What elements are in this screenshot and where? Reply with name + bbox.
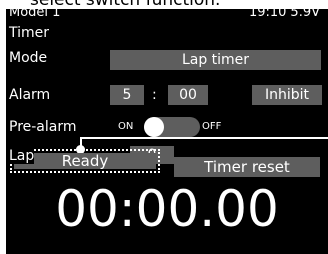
- lap-label: Lap: [9, 148, 35, 164]
- ready-button-label: Ready: [14, 152, 156, 170]
- alarm-label: Alarm: [9, 87, 51, 103]
- prealarm-label: Pre-alarm: [9, 119, 77, 135]
- alarm-seconds-field[interactable]: 00: [168, 85, 208, 105]
- timer-reset-button[interactable]: Timer reset: [174, 157, 320, 177]
- status-bar: 19:10 5.9V: [245, 9, 320, 20]
- timer-display: 00:00.00: [55, 180, 279, 238]
- transmitter-screen: Model 1 19:10 5.9V Timer Mode Lap timer A…: [6, 9, 328, 254]
- page-title: Timer: [9, 25, 50, 41]
- caption-text: select switch function.: [0, 0, 328, 9]
- prealarm-off-label: OFF: [202, 121, 222, 132]
- mode-select[interactable]: Lap timer: [110, 50, 321, 70]
- battery-voltage: 5.9V: [290, 9, 320, 20]
- clock-time: 19:10: [248, 9, 287, 20]
- model-name: Model 1: [9, 9, 61, 20]
- prealarm-on-label: ON: [118, 121, 134, 132]
- alarm-minutes-field[interactable]: 5: [110, 85, 144, 105]
- alarm-inhibit-button[interactable]: Inhibit: [252, 85, 322, 105]
- mode-label: Mode: [9, 50, 48, 66]
- switch-link-line: [80, 137, 328, 139]
- toggle-knob: [144, 117, 164, 137]
- alarm-separator: :: [152, 87, 157, 103]
